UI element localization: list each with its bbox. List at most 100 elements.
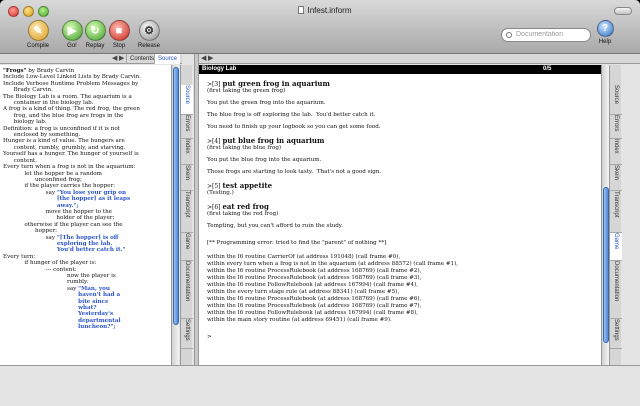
source-indent: say	[3, 234, 57, 241]
replay-glyph: ↻	[90, 25, 100, 37]
replay-icon: ↻	[84, 20, 106, 41]
compile-button[interactable]: ✎ Compile	[27, 20, 49, 52]
help-button[interactable]: ? Help	[596, 20, 614, 52]
back-arrow-icon[interactable]: ◀	[112, 54, 117, 64]
inform-window: Infest.inform ✎ Compile ▶ Go! ↻ Replay ■…	[0, 0, 640, 406]
close-window-button[interactable]	[8, 6, 19, 17]
source-pane[interactable]: "Frogs" by Brady Carvin Include Low-Leve…	[0, 65, 171, 365]
side-tab-transcript[interactable]: Transcript	[181, 191, 193, 233]
quoted-text: [the hopper] as it leaps	[56, 196, 131, 203]
side-tab-documentation[interactable]: Documentation	[610, 261, 622, 319]
side-tab-errors[interactable]: Errors	[181, 115, 193, 139]
game-command: >[3] put green frog in aquarium	[207, 80, 601, 88]
stop-button[interactable]: ■ Stop	[108, 20, 130, 52]
stop-glyph: ■	[115, 25, 123, 37]
back-arrow-icon[interactable]: ◀	[201, 54, 206, 64]
command-text: eat red frog	[222, 202, 269, 211]
game-command: >[4] put blue frog in aquarium	[207, 137, 601, 145]
error-trace-line: within every turn when a frog is not in …	[207, 261, 459, 267]
side-tab-source[interactable]: Source	[610, 85, 622, 115]
toolbar-toggle-button[interactable]	[614, 7, 632, 15]
go-icon: ▶	[61, 20, 83, 41]
side-tab-label: Skein	[184, 165, 190, 181]
quoted-text: bite since	[78, 298, 109, 305]
side-tab-settings[interactable]: Settings	[610, 319, 622, 349]
side-tab-source[interactable]: Source	[181, 85, 193, 115]
quoted-text: "[The hopper] is off	[56, 234, 119, 241]
error-trace-line: within the I6 routine ProcessRulebook (a…	[207, 296, 422, 302]
release-button[interactable]: ⚙ Release	[138, 20, 160, 52]
status-score: 0/5	[543, 66, 552, 72]
documentation-search-input[interactable]: Documentation	[501, 28, 591, 42]
game-output: You put the green frog into the aquarium…	[207, 100, 326, 106]
compile-icon: ✎	[27, 20, 49, 41]
left-side-tabs: Source Errors Index Skein Transcript Game Docu…	[180, 65, 193, 365]
command-text: put green frog in aquarium	[222, 79, 330, 88]
compile-glyph: ✎	[33, 25, 43, 37]
replay-button[interactable]: ↻ Replay	[84, 20, 106, 52]
side-tab-game[interactable]: Game	[610, 233, 622, 261]
side-tab-game[interactable]: Game	[181, 233, 193, 261]
error-trace-line: within the main story routine (at addres…	[207, 317, 392, 323]
side-tab-label: Game	[184, 233, 190, 250]
game-output: You put the blue frog into the aquarium.	[207, 157, 322, 163]
error-trace-line: within the every turn stage rule (at add…	[207, 289, 400, 295]
release-icon: ⚙	[138, 20, 160, 41]
window-title: Infest.inform	[270, 6, 380, 15]
command-prompt: >[6]	[207, 204, 223, 211]
forward-arrow-icon[interactable]: ▶	[119, 54, 124, 64]
quoted-text: "Man, you	[78, 285, 110, 292]
side-tab-index[interactable]: Index	[610, 139, 622, 165]
command-text: put blue frog in aquarium	[222, 136, 325, 145]
go-glyph: ▶	[67, 25, 77, 37]
source-title-quote: "Frogs"	[3, 68, 27, 74]
forward-arrow-icon[interactable]: ▶	[208, 54, 213, 64]
right-side-tabs: Source Errors Index Skein Transcript Game Docu…	[609, 65, 622, 365]
window-title-text: Infest.inform	[307, 6, 352, 15]
release-glyph: ⚙	[144, 25, 154, 37]
command-prompt: >[3]	[207, 81, 223, 88]
tab-contents[interactable]: Contents	[126, 54, 157, 64]
side-tab-label: Index	[184, 139, 190, 154]
side-tab-skein[interactable]: Skein	[181, 165, 193, 191]
side-tab-label: Transcript	[613, 191, 619, 218]
game-output: (first taking the green frog)	[207, 88, 286, 94]
zoom-window-button[interactable]	[38, 6, 49, 17]
side-tab-label: Source	[613, 85, 619, 105]
minimize-window-button[interactable]	[23, 6, 34, 17]
game-output: Those frogs are starting to look tasty. …	[207, 169, 382, 175]
side-tab-label: Game	[613, 233, 619, 250]
status-location: Biology Lab	[202, 66, 237, 72]
game-command: >[6] eat red frog	[207, 203, 601, 211]
side-tab-transcript[interactable]: Transcript	[610, 191, 622, 233]
help-label: Help	[598, 39, 612, 45]
side-tab-errors[interactable]: Errors	[610, 115, 622, 139]
source-code[interactable]: "Frogs" by Brady Carvin Include Low-Leve…	[0, 65, 171, 331]
game-output: You need to finish up your logbook so yo…	[207, 124, 381, 130]
game-pane[interactable]: Biology Lab 0/5 >[3] put green frog in a…	[199, 65, 601, 365]
side-tab-skein[interactable]: Skein	[610, 165, 622, 191]
source-scroll-thumb[interactable]	[173, 67, 179, 325]
error-trace-line: within the I6 routine ProcessRulebook (a…	[207, 268, 422, 274]
titlebar: Infest.inform ✎ Compile ▶ Go! ↻ Replay ■…	[0, 0, 640, 54]
source-indent: say	[3, 285, 79, 292]
side-tab-label: Index	[613, 139, 619, 154]
source-scrollbar[interactable]	[171, 65, 179, 365]
game-output: The blue frog is off exploring the lab. …	[207, 112, 376, 118]
quoted-text: "You lose your grip on	[56, 189, 127, 196]
release-label: Release	[137, 43, 160, 49]
side-tab-settings[interactable]: Settings	[181, 319, 193, 349]
quoted-text: Yesterday's	[78, 311, 114, 318]
source-title-rest: by Brady Carvin	[26, 68, 75, 74]
side-tab-label: Errors	[184, 115, 190, 132]
tab-source[interactable]: Source	[154, 54, 181, 64]
side-tab-label: Documentation	[613, 261, 619, 302]
game-transcript[interactable]: >[3] put green frog in aquarium (first ta…	[199, 80, 601, 341]
game-scrollbar[interactable]	[601, 65, 609, 365]
quoted-text: luncheon?";	[78, 324, 116, 331]
side-tab-index[interactable]: Index	[181, 139, 193, 165]
side-tab-documentation[interactable]: Documentation	[181, 261, 193, 319]
game-status-bar: Biology Lab 0/5	[199, 65, 601, 74]
game-output: (first taking the red frog)	[207, 211, 279, 217]
stop-icon: ■	[108, 20, 130, 41]
